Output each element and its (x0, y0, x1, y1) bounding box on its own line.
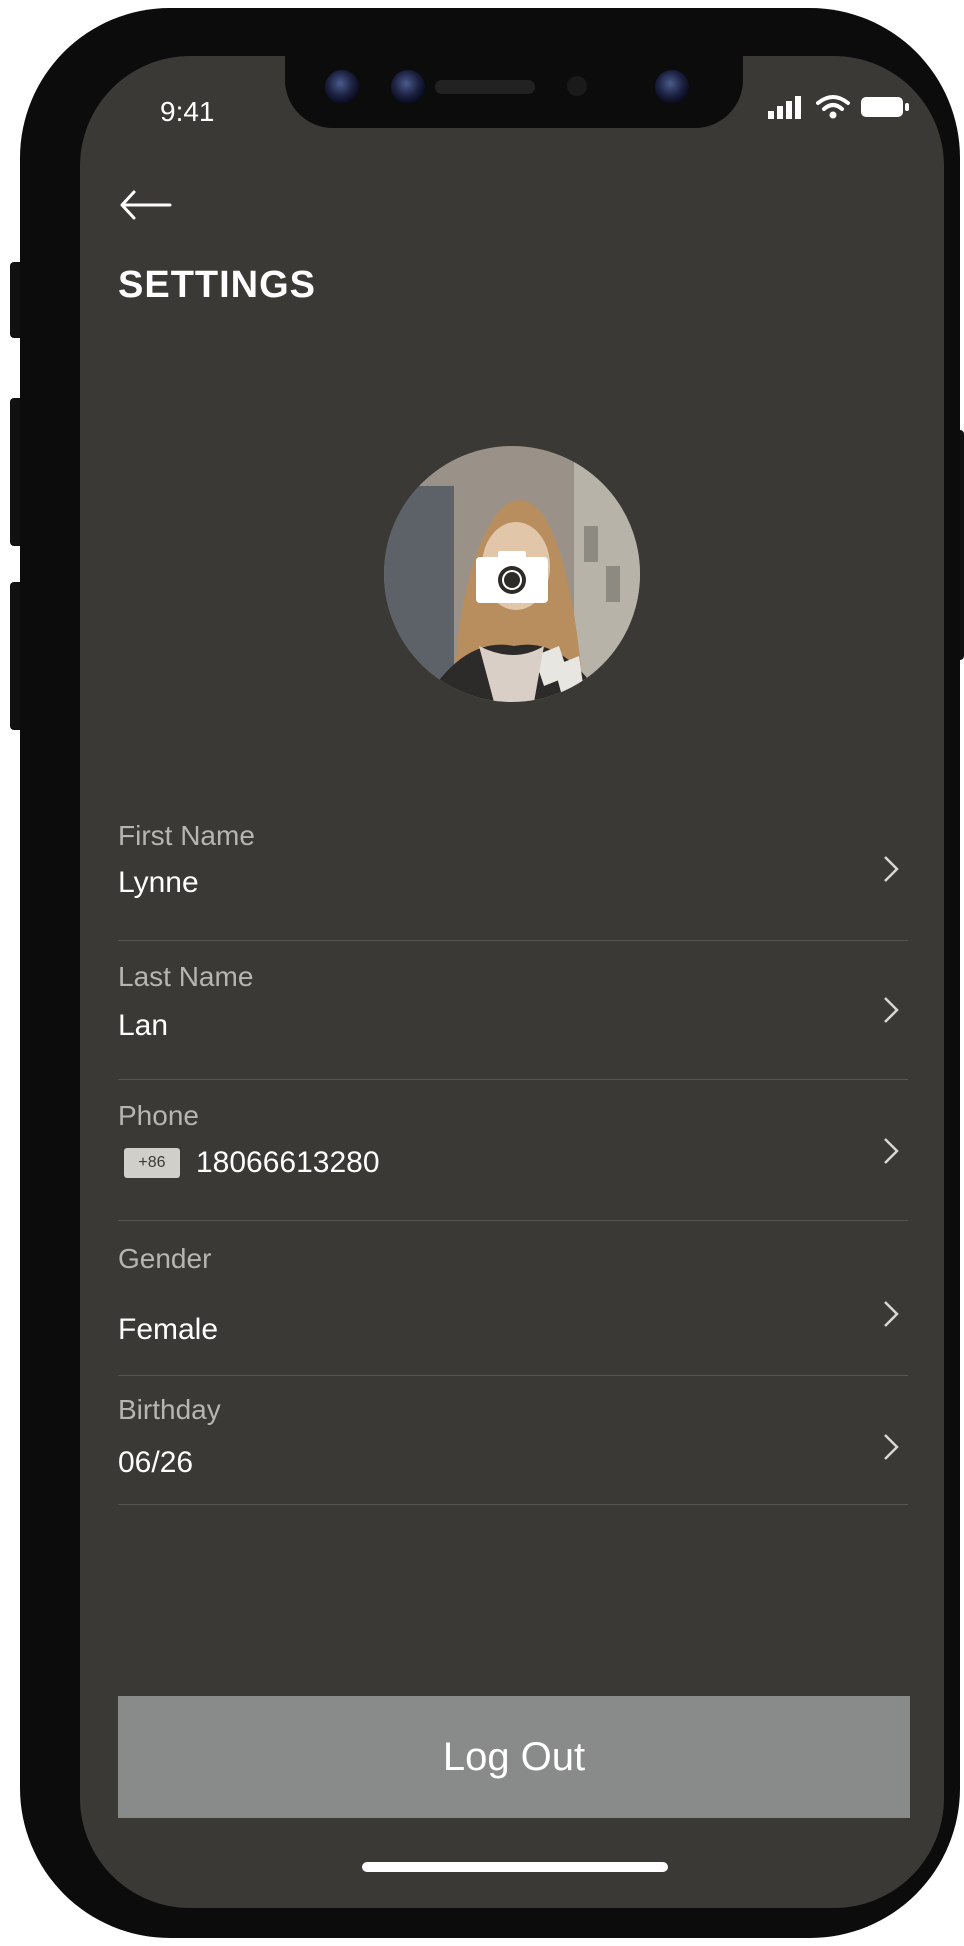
page-title: SETTINGS (118, 264, 317, 306)
birthday-value: 06/26 (118, 1446, 194, 1479)
back-arrow-icon (120, 190, 172, 220)
chevron-right-icon (884, 1301, 899, 1327)
logout-button[interactable]: Log Out (118, 1696, 910, 1818)
front-camera-lens-3 (655, 70, 689, 104)
earpiece-speaker (435, 80, 535, 94)
last-name-label: Last Name (118, 961, 254, 992)
home-indicator (362, 1862, 668, 1872)
last-name-value: Lan (118, 1009, 169, 1042)
battery-icon (861, 97, 909, 117)
front-camera-lens-1 (325, 70, 359, 104)
phone-value: 18066613280 (196, 1146, 380, 1179)
proximity-sensor (567, 76, 587, 96)
birthday-label: Birthday (118, 1394, 221, 1425)
first-name-value: Lynne (118, 866, 199, 899)
chevron-right-icon (884, 856, 899, 882)
notch (285, 56, 743, 128)
status-time: 9:41 (160, 96, 215, 127)
screen: 9:41 SETTINGS First Name Lynne Last Name… (80, 56, 944, 1908)
signal-icon (768, 96, 801, 119)
avatar[interactable] (384, 446, 640, 702)
settings-list: First Name Lynne Last Name Lan Phone +86… (118, 808, 908, 1505)
phone-value-wrap: +86 18066613280 (118, 1146, 380, 1180)
chevron-right-icon (884, 1138, 899, 1164)
phone-row[interactable]: Phone +86 18066613280 (118, 1080, 908, 1221)
country-code-badge: +86 (124, 1148, 180, 1178)
first-name-row[interactable]: First Name Lynne (118, 808, 908, 941)
back-button[interactable] (118, 188, 174, 227)
chevron-right-icon (884, 1434, 899, 1460)
phone-frame: 9:41 SETTINGS First Name Lynne Last Name… (20, 8, 960, 1938)
phone-label: Phone (118, 1100, 199, 1131)
first-name-label: First Name (118, 820, 255, 851)
status-icons (766, 94, 910, 120)
chevron-right-icon (884, 997, 899, 1023)
front-camera-lens-2 (391, 70, 425, 104)
gender-label: Gender (118, 1243, 212, 1274)
birthday-row[interactable]: Birthday 06/26 (118, 1376, 908, 1505)
camera-icon (476, 551, 548, 603)
gender-row[interactable]: Gender Female (118, 1221, 908, 1376)
gender-value: Female (118, 1313, 219, 1346)
last-name-row[interactable]: Last Name Lan (118, 941, 908, 1080)
wifi-icon (816, 95, 850, 119)
